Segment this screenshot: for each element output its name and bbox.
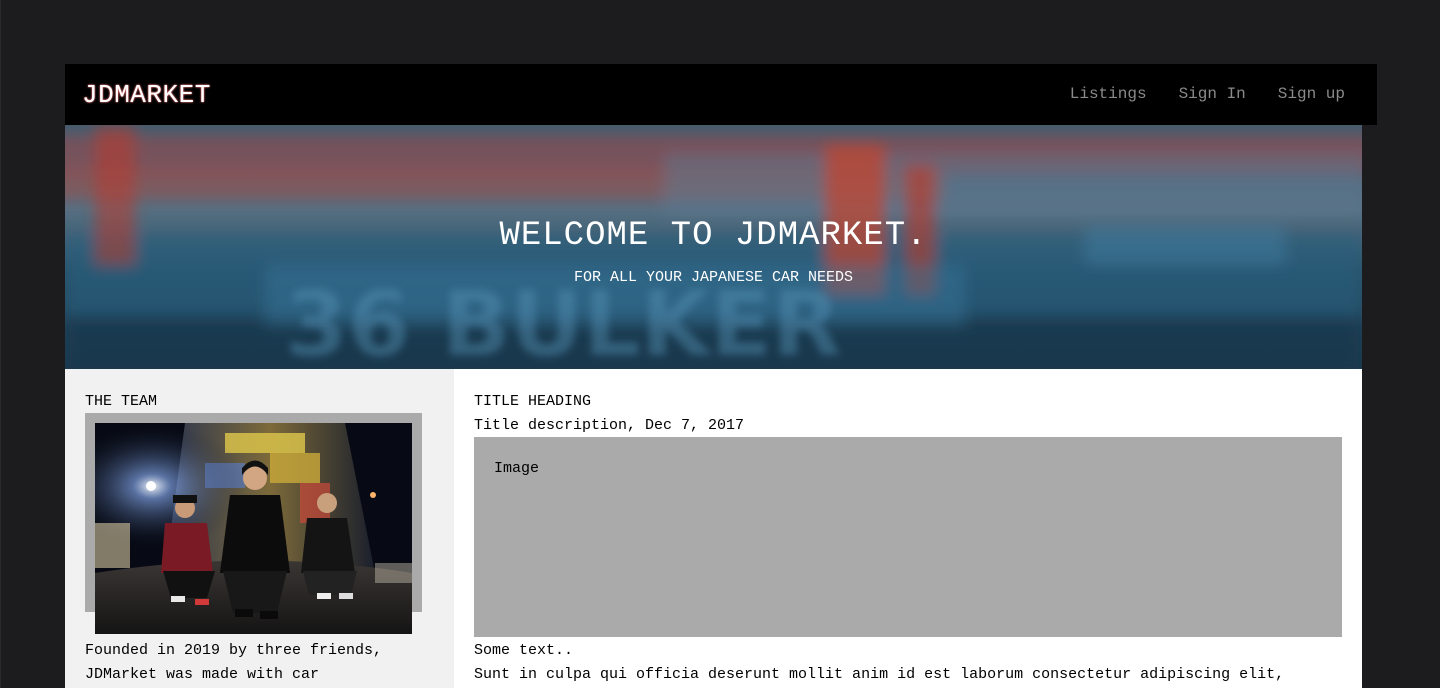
nav-links: Listings Sign In Sign up [1070,85,1345,103]
sidebar-column: THE TEAM Founded in 2019 by three friend… [65,369,454,688]
brand-logo[interactable]: JDMARKET [82,80,211,110]
page: JDMARKET Listings Sign In Sign up 36 BUL… [0,0,1440,688]
post-image-placeholder: Image [474,437,1342,637]
team-heading: THE TEAM [85,393,158,410]
image-placeholder-label: Image [494,460,540,477]
post-description: Title description, Dec 7, 2017 [474,417,745,434]
nav-link-sign-in[interactable]: Sign In [1179,85,1246,103]
top-navbar: JDMARKET Listings Sign In Sign up [65,64,1377,125]
post-title: TITLE HEADING [474,393,592,410]
nav-link-listings[interactable]: Listings [1070,85,1147,103]
hero-subtitle: FOR ALL YOUR JAPANESE CAR NEEDS [573,269,854,286]
nav-link-sign-up[interactable]: Sign up [1278,85,1345,103]
main-post-column: TITLE HEADING Title description, Dec 7, … [454,369,1362,688]
team-photo [95,423,412,634]
hero-banner: 36 BULKER WELCOME TO JDMARKET. FOR ALL Y… [65,125,1362,369]
team-description-line: Founded in 2019 by three friends, [85,642,383,659]
team-photo-image [95,423,412,634]
post-text-heading: Some text.. [474,642,574,659]
team-description-line: JDMarket was made with car [85,666,320,683]
team-description: Founded in 2019 by three friends, JDMark… [85,639,425,687]
post-body: Sunt in culpa qui officia deserunt molli… [474,666,1285,683]
hero-title: WELCOME TO JDMARKET. [499,217,928,255]
post-text: Some text.. Sunt in culpa qui officia de… [474,639,1284,687]
